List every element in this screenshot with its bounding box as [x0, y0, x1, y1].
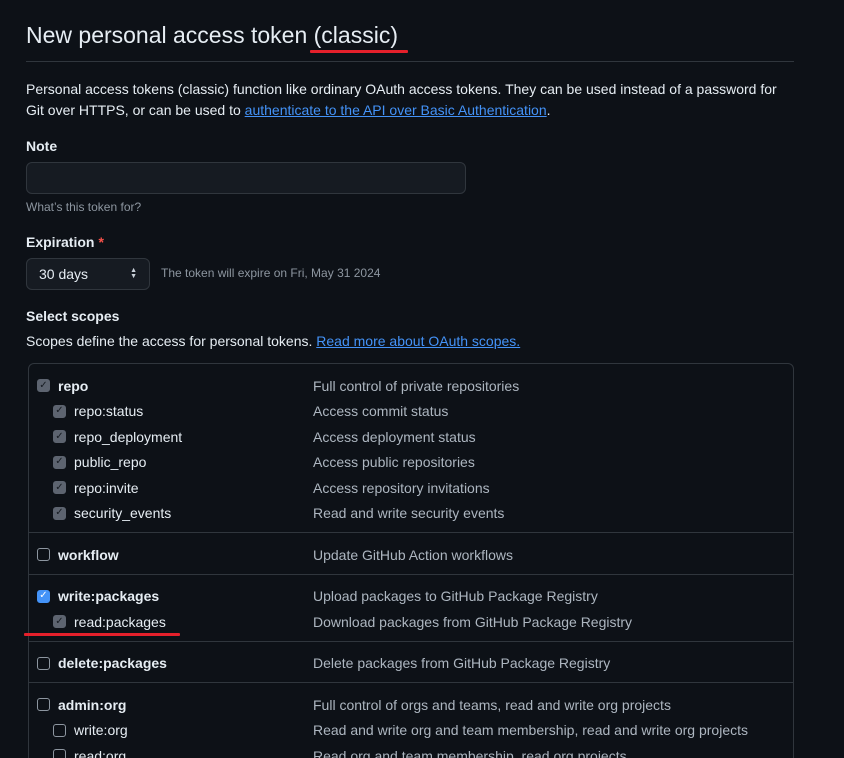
scope-description: Download packages from GitHub Package Re… — [313, 613, 633, 630]
scope-group: admin:org Full control of orgs and teams,… — [29, 683, 793, 758]
scope-description: Full control of orgs and teams, read and… — [313, 696, 671, 713]
check-icon: ✓ — [55, 507, 64, 519]
scope-row-public-repo[interactable]: ✓ public_repo Access public repositories — [29, 450, 793, 476]
scope-group: ✓ write:packages Upload packages to GitHub… — [29, 575, 793, 642]
scope-name: repo:status — [74, 403, 144, 420]
scope-description: Access public repositories — [313, 454, 475, 471]
scope-description: Full control of private repositories — [313, 377, 520, 394]
oauth-scopes-link[interactable]: Read more about OAuth scopes. — [316, 333, 520, 349]
scope-row-delete-packages[interactable]: delete:packages Delete packages from GitH… — [29, 651, 793, 677]
note-input[interactable] — [26, 162, 466, 194]
scope-checkbox[interactable] — [37, 656, 50, 670]
check-icon: ✓ — [55, 456, 64, 468]
scope-checkbox[interactable] — [37, 698, 50, 712]
scope-row-workflow[interactable]: workflow Update GitHub Action workflows — [29, 542, 793, 568]
scopes-description: Scopes define the access for personal to… — [26, 333, 520, 349]
scope-name: read:packages — [74, 613, 166, 630]
required-mark: * — [98, 234, 104, 250]
basic-auth-link[interactable]: authenticate to the API over Basic Authe… — [245, 102, 547, 118]
scope-description: Delete packages from GitHub Package Regi… — [313, 655, 611, 672]
scope-row-read-packages[interactable]: ✓ read:packages Download packages from Git… — [29, 609, 793, 635]
scope-description: Read and write org and team membership, … — [313, 722, 748, 739]
scope-row-security-events[interactable]: ✓ security_events Read and write security … — [29, 501, 793, 527]
scope-checkbox[interactable]: ✓ — [53, 404, 66, 418]
scope-row-repo-invite[interactable]: ✓ repo:invite Access repository invitation… — [29, 475, 793, 501]
intro-paragraph: Personal access tokens (classic) functio… — [26, 79, 794, 121]
scope-checkbox[interactable]: ✓ — [37, 589, 50, 603]
scope-group: delete:packages Delete packages from GitH… — [29, 642, 793, 683]
scopes-description-text: Scopes define the access for personal to… — [26, 333, 317, 349]
scope-description: Upload packages to GitHub Package Regist… — [313, 588, 598, 605]
scope-name: workflow — [58, 546, 119, 563]
check-icon: ✓ — [55, 615, 64, 627]
note-label: Note — [26, 138, 58, 154]
expiration-label: Expiration * — [26, 234, 104, 250]
scope-row-admin-org[interactable]: admin:org Full control of orgs and teams,… — [29, 692, 793, 718]
page-header: New personal access token (classic) — [26, 0, 794, 62]
check-icon: ✓ — [55, 430, 64, 442]
scope-row-repo[interactable]: ✓ repo Full control of private repositorie… — [29, 373, 793, 399]
scope-description: Access repository invitations — [313, 479, 490, 496]
intro-text-end: . — [546, 102, 551, 118]
scope-description: Update GitHub Action workflows — [313, 546, 513, 563]
scope-row-write-org[interactable]: write:org Read and write org and team mem… — [29, 718, 793, 744]
check-icon: ✓ — [39, 590, 48, 602]
scope-name: public_repo — [74, 454, 147, 471]
scope-row-repo-status[interactable]: ✓ repo:status Access commit status — [29, 399, 793, 425]
scope-description: Access commit status — [313, 403, 449, 420]
scope-name: repo — [58, 377, 89, 394]
expiration-hint: The token will expire on Fri, May 31 202… — [161, 266, 381, 280]
scope-group: ✓ repo Full control of private repositorie… — [29, 364, 793, 533]
scopes-list: ✓ repo Full control of private repositorie… — [28, 363, 794, 758]
check-icon: ✓ — [55, 481, 64, 493]
scope-name: admin:org — [58, 696, 127, 713]
annotation-underline-read-packages — [24, 633, 180, 636]
scope-description: Read and write security events — [313, 505, 505, 522]
scope-row-write-packages[interactable]: ✓ write:packages Upload packages to GitHub… — [29, 584, 793, 610]
scope-checkbox[interactable]: ✓ — [53, 430, 66, 444]
expiration-selected-value: 30 days — [39, 266, 89, 282]
scope-name: read:org — [74, 747, 127, 758]
scope-row-repo-deployment[interactable]: ✓ repo_deployment Access deployment status — [29, 424, 793, 450]
scope-description: Access deployment status — [313, 428, 476, 445]
scope-name: repo_deployment — [74, 428, 183, 445]
scope-row-read-org[interactable]: read:org Read org and team membership, re… — [29, 743, 793, 758]
scope-checkbox[interactable] — [53, 723, 66, 737]
scope-description: Read org and team membership, read org p… — [313, 747, 627, 758]
annotation-underline-classic — [310, 50, 408, 53]
scope-checkbox[interactable]: ✓ — [53, 615, 66, 629]
page-title: New personal access token (classic) — [26, 22, 398, 48]
scope-checkbox[interactable]: ✓ — [53, 455, 66, 469]
scope-name: security_events — [74, 505, 172, 522]
scope-checkbox[interactable] — [53, 749, 66, 758]
expiration-label-text: Expiration — [26, 234, 95, 250]
expiration-select[interactable]: 30 days ▲ ▼ — [26, 258, 150, 290]
scope-group: workflow Update GitHub Action workflows — [29, 533, 793, 575]
chevron-up-down-icon: ▲ ▼ — [130, 267, 137, 280]
scope-checkbox[interactable]: ✓ — [53, 481, 66, 495]
token-form: New personal access token (classic) Pers… — [24, 0, 794, 758]
scope-name: write:org — [74, 722, 128, 739]
scopes-label: Select scopes — [26, 308, 120, 324]
scope-checkbox[interactable]: ✓ — [53, 506, 66, 520]
scope-name: write:packages — [58, 588, 160, 605]
check-icon: ✓ — [39, 379, 48, 391]
scope-checkbox[interactable] — [37, 548, 50, 562]
scope-name: repo:invite — [74, 479, 139, 496]
scope-name: delete:packages — [58, 655, 167, 672]
scope-checkbox[interactable]: ✓ — [37, 379, 50, 393]
check-icon: ✓ — [55, 405, 64, 417]
note-hint: What’s this token for? — [26, 200, 142, 214]
